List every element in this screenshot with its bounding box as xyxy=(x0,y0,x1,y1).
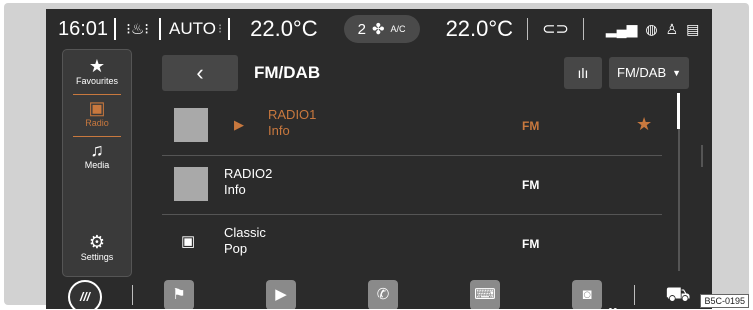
equalizer-button[interactable]: ılı xyxy=(564,57,602,89)
separator xyxy=(159,18,162,40)
separator xyxy=(132,285,133,305)
separator xyxy=(634,285,635,305)
page-title: FM/DAB xyxy=(254,63,321,82)
temp-left[interactable]: 22.0°C xyxy=(250,16,318,42)
separator xyxy=(582,18,584,40)
page-indicator: ●● xyxy=(608,305,618,309)
bottom-bar: /// ⚑ ▶ ✆ ⌨ ◙ ●● ⛟ xyxy=(46,275,712,309)
fan-control[interactable]: 2 ✤ A/C xyxy=(343,15,420,43)
flag-icon: ⚑ xyxy=(172,286,186,303)
status-icons: ▂▄▆ ◍ ♙ ▤ xyxy=(606,21,699,38)
user-icon: ♙ xyxy=(665,20,679,37)
sidebar-item-radio[interactable]: ▣ Radio xyxy=(63,98,131,128)
sidebar-item-label: Settings xyxy=(80,252,114,262)
band-dropdown-value: FM/DAB xyxy=(617,65,667,80)
sidebar-item-label: Media xyxy=(84,160,110,170)
station-band: FM xyxy=(522,119,540,133)
sidebar-item-media[interactable]: ♫ Media xyxy=(63,140,131,170)
station-row[interactable]: ▶ RADIO1 Info FM ★ xyxy=(162,97,662,156)
station-title: Classic xyxy=(224,225,266,240)
station-name: RADIO2 Info xyxy=(224,166,272,198)
phone-app-icon: ◙ xyxy=(582,286,592,303)
car-icon: ⛟ xyxy=(665,284,691,306)
sidebar-item-label: Radio xyxy=(85,118,109,128)
band-dropdown[interactable]: FM/DAB ▼ xyxy=(609,57,689,89)
home-button[interactable]: /// xyxy=(68,280,102,309)
equalizer-icon: ılı xyxy=(577,65,589,81)
station-name: Classic Pop xyxy=(224,225,266,257)
side-scroll-indicator xyxy=(701,145,703,167)
station-list: ▶ RADIO1 Info FM ★ RADIO2 Info FM ▣ Clas… xyxy=(162,97,662,273)
station-logo xyxy=(174,108,208,142)
radio-icon: ▣ xyxy=(181,233,196,250)
seat-heat-icon[interactable]: ⁝♨⁝ xyxy=(126,20,149,38)
status-bar: 16:01 ⁝♨⁝ AUTO ⁝ 22.0°C 2 ✤ A/C 22.0°C ⊂… xyxy=(46,9,712,49)
station-title: RADIO1 xyxy=(268,107,317,122)
phone-icon: ✆ xyxy=(376,286,390,303)
station-name: RADIO1 Info xyxy=(268,107,316,139)
flag-app-button[interactable]: ⚑ xyxy=(164,280,194,309)
play-icon: ▶ xyxy=(275,286,287,303)
temp-right[interactable]: 22.0°C xyxy=(446,16,514,42)
scrollbar-thumb[interactable] xyxy=(677,93,680,129)
sidebar-item-settings[interactable]: ⚙ Settings xyxy=(63,232,131,262)
star-icon: ★ xyxy=(88,56,106,76)
vehicle-button[interactable]: ⛟ xyxy=(658,277,698,309)
station-title: RADIO2 xyxy=(224,166,273,181)
station-info: Info xyxy=(268,123,290,138)
infotainment-screen: 16:01 ⁝♨⁝ AUTO ⁝ 22.0°C 2 ✤ A/C 22.0°C ⊂… xyxy=(46,9,712,309)
station-logo xyxy=(174,167,208,201)
divider xyxy=(73,136,121,137)
favourite-star-icon[interactable]: ★ xyxy=(636,114,652,135)
separator xyxy=(527,18,529,40)
phone-app-button[interactable]: ✆ xyxy=(368,280,398,309)
device-frame: 16:01 ⁝♨⁝ AUTO ⁝ 22.0°C 2 ✤ A/C 22.0°C ⊂… xyxy=(4,3,749,309)
source-sidebar: ★ Favourites ▣ Radio ♫ Media ⚙ Settings xyxy=(62,49,132,277)
auto-level-icon: ⁝ xyxy=(217,21,223,36)
fan-icon: ✤ xyxy=(371,21,385,38)
station-band: FM xyxy=(522,178,540,192)
divider xyxy=(73,94,121,95)
auto-climate-label[interactable]: AUTO xyxy=(169,19,216,39)
globe-icon: ◍ xyxy=(645,20,658,37)
station-row[interactable]: ▣ Classic Pop FM xyxy=(162,215,662,273)
station-info: Info xyxy=(224,182,246,197)
content-header: ‹ FM/DAB ılı FM/DAB ▼ xyxy=(162,55,692,91)
keyboard-app-button[interactable]: ⌨ xyxy=(470,280,500,309)
keyboard-icon: ⌨ xyxy=(474,286,496,303)
note-icon[interactable]: ▤ xyxy=(686,21,699,38)
phone-projection-button[interactable]: ◙ xyxy=(572,280,602,309)
radio-icon: ▣ xyxy=(88,98,106,118)
sidebar-item-favourites[interactable]: ★ Favourites xyxy=(63,56,131,86)
clock: 16:01 xyxy=(58,17,109,40)
fan-speed: 2 xyxy=(357,20,366,38)
car-icon[interactable]: ⊂⊃ xyxy=(542,19,569,39)
station-info: Pop xyxy=(224,241,248,256)
figure-code: B5C-0195 xyxy=(700,294,749,308)
media-app-button[interactable]: ▶ xyxy=(266,280,296,309)
play-indicator-icon: ▶ xyxy=(234,117,244,132)
music-note-icon: ♫ xyxy=(90,140,104,160)
separator xyxy=(228,18,231,40)
separator xyxy=(114,18,117,40)
station-band: FM xyxy=(522,237,540,251)
gear-icon: ⚙ xyxy=(88,232,106,252)
signal-icon: ▂▄▆ xyxy=(605,20,638,37)
station-row[interactable]: RADIO2 Info FM xyxy=(162,156,662,215)
back-button[interactable]: ‹ xyxy=(162,55,238,91)
sidebar-item-label: Favourites xyxy=(75,76,119,86)
ac-label: A/C xyxy=(390,24,406,34)
caret-down-icon: ▼ xyxy=(672,68,681,78)
